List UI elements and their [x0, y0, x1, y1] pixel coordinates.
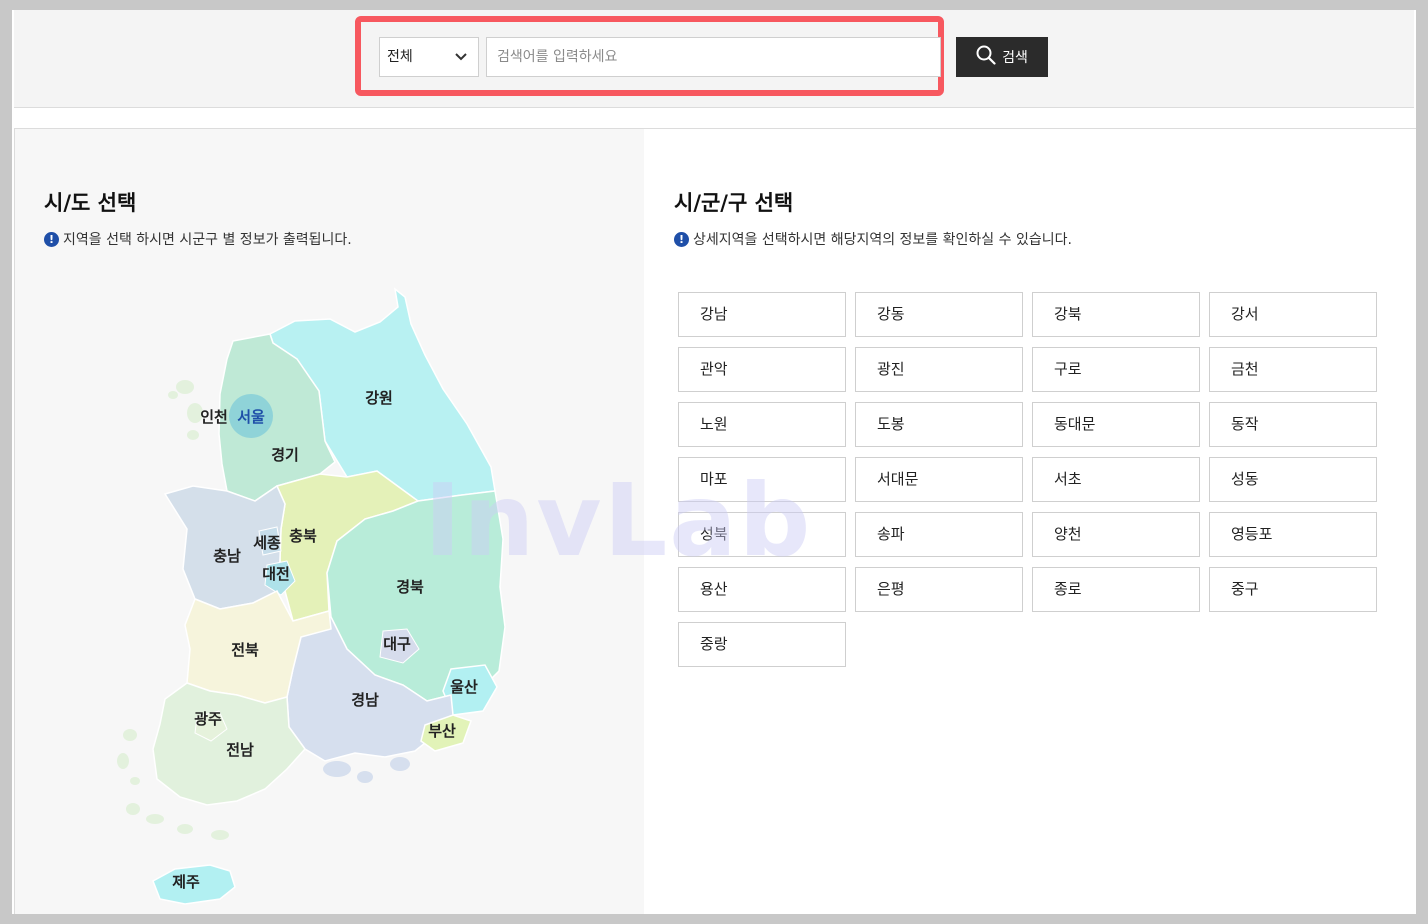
district-button[interactable]: 금천 — [1209, 347, 1377, 392]
district-button[interactable]: 은평 — [855, 567, 1023, 612]
district-button[interactable]: 중랑 — [678, 622, 846, 667]
label-seoul[interactable]: 서울 — [237, 408, 265, 426]
search-button[interactable]: 검색 — [956, 37, 1048, 77]
search-button-label: 검색 — [1002, 50, 1028, 66]
district-grid: 강남 강동 강북 강서 관악 광진 구로 금천 노원 도봉 동대문 동작 마포 … — [678, 292, 1377, 667]
district-panel-title: 시/군/구 선택 — [674, 191, 794, 215]
district-button[interactable]: 강남 — [678, 292, 846, 337]
district-button[interactable]: 구로 — [1032, 347, 1200, 392]
label-gangwon[interactable]: 강원 — [365, 389, 393, 407]
category-select-value: 전체 — [387, 49, 413, 65]
label-jeju[interactable]: 제주 — [172, 873, 200, 891]
district-button[interactable]: 종로 — [1032, 567, 1200, 612]
district-button[interactable]: 성동 — [1209, 457, 1377, 502]
korea-map: 인천 서울 경기 강원 충남 세종 충북 대전 경북 대구 전북 울산 경남 광… — [117, 287, 506, 905]
search-icon — [976, 45, 996, 69]
district-button[interactable]: 강서 — [1209, 292, 1377, 337]
page-frame: 전체 검색 시/도 선택 ! 지역을 선택 하시면 시군구 별 정보가 출력됩니… — [12, 10, 1416, 914]
district-button[interactable]: 서대문 — [855, 457, 1023, 502]
label-jeonnam[interactable]: 전남 — [226, 741, 254, 759]
district-info-text: 상세지역을 선택하시면 해당지역의 정보를 확인하실 수 있습니다. — [693, 232, 1072, 248]
label-daejeon[interactable]: 대전 — [262, 565, 290, 583]
label-busan[interactable]: 부산 — [428, 722, 456, 740]
label-chungnam[interactable]: 충남 — [213, 547, 241, 565]
district-button[interactable]: 영등포 — [1209, 512, 1377, 557]
district-button[interactable]: 강동 — [855, 292, 1023, 337]
district-button[interactable]: 관악 — [678, 347, 846, 392]
district-button[interactable]: 도봉 — [855, 402, 1023, 447]
label-chungbuk[interactable]: 충북 — [289, 527, 317, 545]
district-button[interactable]: 중구 — [1209, 567, 1377, 612]
district-button[interactable]: 노원 — [678, 402, 846, 447]
label-gwangju[interactable]: 광주 — [194, 710, 222, 728]
district-button[interactable]: 성북 — [678, 512, 846, 557]
label-gyeongnam[interactable]: 경남 — [351, 691, 379, 709]
district-button[interactable]: 광진 — [855, 347, 1023, 392]
label-gyeongbuk[interactable]: 경북 — [396, 578, 424, 596]
district-info: ! 상세지역을 선택하시면 해당지역의 정보를 확인하실 수 있습니다. — [674, 229, 1072, 249]
label-jeonbuk[interactable]: 전북 — [231, 641, 259, 659]
district-button[interactable]: 양천 — [1032, 512, 1200, 557]
chevron-down-icon — [454, 38, 468, 91]
label-sejong[interactable]: 세종 — [253, 534, 281, 552]
search-input[interactable] — [486, 37, 941, 77]
district-button[interactable]: 송파 — [855, 512, 1023, 557]
info-icon: ! — [674, 231, 689, 247]
district-button[interactable]: 동작 — [1209, 402, 1377, 447]
district-button[interactable]: 동대문 — [1032, 402, 1200, 447]
province-panel: 시/도 선택 ! 지역을 선택 하시면 시군구 별 정보가 출력됩니다. 인천 … — [14, 128, 644, 914]
district-button[interactable]: 마포 — [678, 457, 846, 502]
label-incheon[interactable]: 인천 — [200, 408, 228, 426]
district-button[interactable]: 용산 — [678, 567, 846, 612]
label-ulsan[interactable]: 울산 — [450, 678, 478, 696]
district-button[interactable]: 서초 — [1032, 457, 1200, 502]
category-select[interactable]: 전체 — [379, 37, 479, 77]
label-gyeonggi[interactable]: 경기 — [271, 446, 299, 464]
district-button[interactable]: 강북 — [1032, 292, 1200, 337]
district-panel: 시/군/구 선택 ! 상세지역을 선택하시면 해당지역의 정보를 확인하실 수 … — [644, 128, 1416, 914]
label-daegu[interactable]: 대구 — [383, 635, 411, 653]
